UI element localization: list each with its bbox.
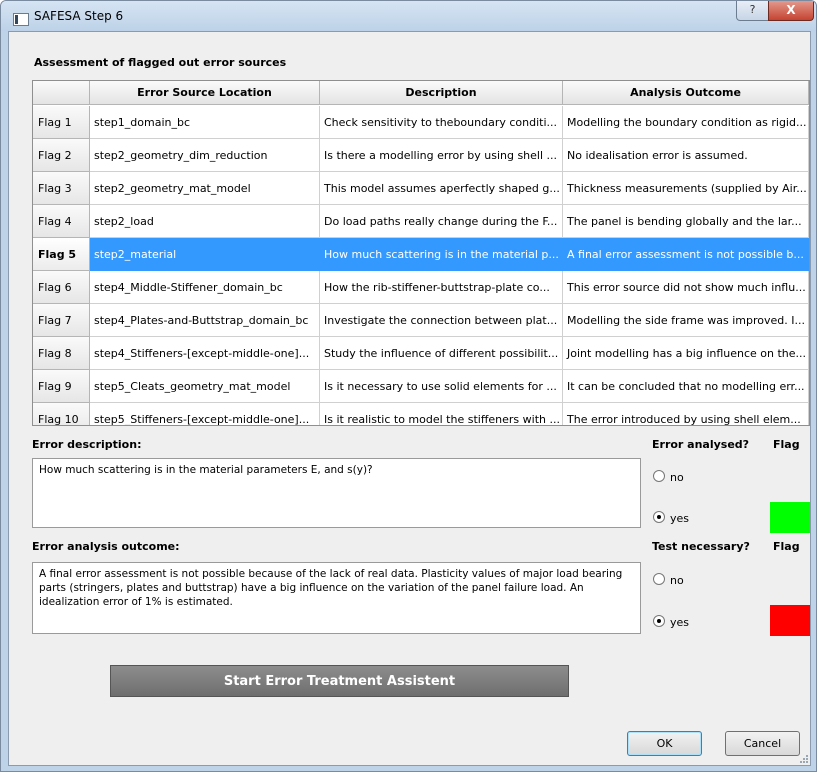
radio-test-no[interactable] [653, 573, 665, 585]
cell-outcome[interactable]: Joint modelling has a big influence on t… [563, 337, 809, 370]
row-header-flag[interactable]: Flag 8 [33, 337, 90, 370]
close-button[interactable]: X [768, 1, 814, 21]
row-header-flag[interactable]: Flag 7 [33, 304, 90, 337]
start-error-treatment-button[interactable]: Start Error Treatment Assistent [110, 665, 569, 697]
cell-outcome[interactable]: Modelling the boundary condition as rigi… [563, 106, 809, 139]
cell-outcome[interactable]: Thickness measurements (supplied by Air.… [563, 172, 809, 205]
cell-location[interactable]: step2_material [90, 238, 320, 271]
help-button[interactable]: ? [736, 1, 769, 21]
cell-description[interactable]: Is it realistic to model the stiffeners … [320, 403, 563, 425]
row-header-flag[interactable]: Flag 5 [33, 238, 90, 271]
column-header-location[interactable]: Error Source Location [90, 81, 320, 105]
error-analysed-label: Error analysed? [652, 438, 750, 451]
cell-description[interactable]: Study the influence of different possibi… [320, 337, 563, 370]
row-header-flag[interactable]: Flag 9 [33, 370, 90, 403]
cell-outcome[interactable]: Modelling the side frame was improved. I… [563, 304, 809, 337]
cancel-button[interactable]: Cancel [725, 731, 800, 756]
analysed-flag-indicator [770, 502, 810, 533]
table-row[interactable]: Flag 8 step4_Stiffeners-[except-middle-on… [33, 337, 809, 370]
cell-outcome[interactable]: It can be concluded that no modelling er… [563, 370, 809, 403]
analysed-no-label: no [670, 471, 684, 484]
test-yes-label: yes [670, 616, 690, 629]
column-header-description[interactable]: Description [320, 81, 563, 105]
ok-button[interactable]: OK [627, 731, 702, 756]
cell-location[interactable]: step2_geometry_dim_reduction [90, 139, 320, 172]
title-bar[interactable]: SAFESA Step 6 ? X [1, 1, 816, 31]
table-row[interactable]: Flag 6 step4_Middle-Stiffener_domain_bc Ho… [33, 271, 809, 304]
radio-test-yes[interactable] [653, 615, 665, 627]
assessment-section-title: Assessment of flagged out error sources [34, 56, 287, 69]
analysed-yes-option[interactable]: yes [653, 511, 689, 525]
cell-location[interactable]: step5_Cleats_geometry_mat_model [90, 370, 320, 403]
table-row[interactable]: Flag 2 step2_geometry_dim_reduction Is the… [33, 139, 809, 172]
table-row[interactable]: Flag 1 step1_domain_bc Check sensitivity t… [33, 106, 809, 139]
row-header-flag[interactable]: Flag 2 [33, 139, 90, 172]
cell-location[interactable]: step2_geometry_mat_model [90, 172, 320, 205]
flag-label-test: Flag [773, 540, 800, 553]
analysed-no-option[interactable]: no [653, 470, 684, 484]
row-header-flag[interactable]: Flag 4 [33, 205, 90, 238]
safesa-step6-window: SAFESA Step 6 ? X Assessment of flagged … [0, 0, 817, 772]
test-flag-indicator [770, 605, 810, 636]
cell-description[interactable]: Is there a modelling error by using shel… [320, 139, 563, 172]
column-header-outcome[interactable]: Analysis Outcome [563, 81, 809, 105]
test-no-option[interactable]: no [653, 573, 684, 587]
cell-location[interactable]: step5_Stiffeners-[except-middle-one]... [90, 403, 320, 425]
error-sources-table[interactable]: Error Source Location Description Analys… [32, 80, 810, 426]
row-header-flag[interactable]: Flag 1 [33, 106, 90, 139]
table-row[interactable]: Flag 3 step2_geometry_mat_model This model… [33, 172, 809, 205]
error-description-label: Error description: [32, 438, 142, 451]
cell-location[interactable]: step4_Plates-and-Buttstrap_domain_bc [90, 304, 320, 337]
cell-description[interactable]: How the rib-stiffener-buttstrap-plate co… [320, 271, 563, 304]
cell-description[interactable]: Check sensitivity to theboundary conditi… [320, 106, 563, 139]
row-header-flag[interactable]: Flag 6 [33, 271, 90, 304]
analysed-yes-label: yes [670, 512, 690, 525]
table-corner-header[interactable] [33, 81, 90, 105]
cell-outcome[interactable]: No idealisation error is assumed. [563, 139, 809, 172]
table-row[interactable]: Flag 7 step4_Plates-and-Buttstrap_domain_… [33, 304, 809, 337]
cell-location[interactable]: step2_load [90, 205, 320, 238]
cell-description[interactable]: How much scattering is in the material p… [320, 238, 563, 271]
test-necessary-label: Test necessary? [652, 540, 750, 553]
test-yes-option[interactable]: yes [653, 615, 689, 629]
cell-location[interactable]: step4_Stiffeners-[except-middle-one]... [90, 337, 320, 370]
error-outcome-field[interactable]: A final error assessment is not possible… [32, 562, 641, 634]
error-outcome-label: Error analysis outcome: [32, 540, 180, 553]
table-row[interactable]: Flag 9 step5_Cleats_geometry_mat_model Is … [33, 370, 809, 403]
test-no-label: no [670, 574, 684, 587]
row-header-flag[interactable]: Flag 10 [33, 403, 90, 425]
window-app-icon [13, 13, 29, 26]
cell-outcome[interactable]: The error introduced by using shell elem… [563, 403, 809, 425]
flag-label-analysed: Flag [773, 438, 800, 451]
radio-analysed-yes[interactable] [653, 511, 665, 523]
error-description-field[interactable]: How much scattering is in the material p… [32, 458, 641, 528]
table-row[interactable]: Flag 10 step5_Stiffeners-[except-middle-o… [33, 403, 809, 425]
window-title: SAFESA Step 6 [34, 9, 124, 23]
radio-analysed-no[interactable] [653, 470, 665, 482]
cell-outcome[interactable]: This error source did not show much infl… [563, 271, 809, 304]
cell-description[interactable]: Do load paths really change during the F… [320, 205, 563, 238]
cell-location[interactable]: step1_domain_bc [90, 106, 320, 139]
cell-description[interactable]: This model assumes aperfectly shaped g..… [320, 172, 563, 205]
table-row[interactable]: Flag 5 step2_material How much scattering … [33, 238, 809, 271]
resize-grip-icon[interactable] [798, 753, 808, 763]
cell-outcome[interactable]: The panel is bending globally and the la… [563, 205, 809, 238]
table-row[interactable]: Flag 4 step2_load Do load paths really cha… [33, 205, 809, 238]
cell-location[interactable]: step4_Middle-Stiffener_domain_bc [90, 271, 320, 304]
row-header-flag[interactable]: Flag 3 [33, 172, 90, 205]
cell-description[interactable]: Investigate the connection between plat.… [320, 304, 563, 337]
cell-description[interactable]: Is it necessary to use solid elements fo… [320, 370, 563, 403]
cell-outcome[interactable]: A final error assessment is not possible… [563, 238, 809, 271]
